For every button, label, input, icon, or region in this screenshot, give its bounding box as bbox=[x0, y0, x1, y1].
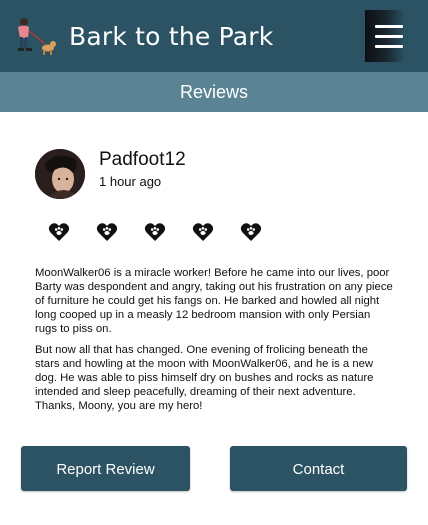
hamburger-menu-icon[interactable] bbox=[365, 10, 405, 62]
avatar-image bbox=[35, 149, 85, 199]
review-paragraph: But now all that has changed. One evenin… bbox=[35, 344, 374, 412]
review-paragraph: MoonWalker06 is a miracle worker! Before… bbox=[35, 267, 393, 335]
contact-button[interactable]: Contact bbox=[230, 446, 407, 491]
page-title: Reviews bbox=[0, 72, 428, 112]
paw-heart-icon bbox=[48, 223, 70, 241]
avatar[interactable] bbox=[35, 149, 85, 199]
review-page: Bark to the Park Reviews Padfoot12 1 hou… bbox=[0, 0, 428, 525]
report-review-button[interactable]: Report Review bbox=[21, 446, 190, 491]
paw-heart-icon bbox=[96, 223, 118, 241]
reviewer-name[interactable]: Padfoot12 bbox=[99, 148, 186, 172]
review-timestamp: 1 hour ago bbox=[99, 174, 162, 189]
paw-heart-icon bbox=[144, 223, 166, 241]
dog-walker-icon bbox=[18, 18, 56, 55]
app-header: Bark to the Park bbox=[0, 0, 428, 72]
review-body: MoonWalker06 is a miracle worker! Before… bbox=[35, 266, 395, 420]
app-title: Bark to the Park bbox=[69, 22, 274, 51]
paw-heart-icon bbox=[192, 223, 214, 241]
paw-heart-icon bbox=[240, 223, 262, 241]
